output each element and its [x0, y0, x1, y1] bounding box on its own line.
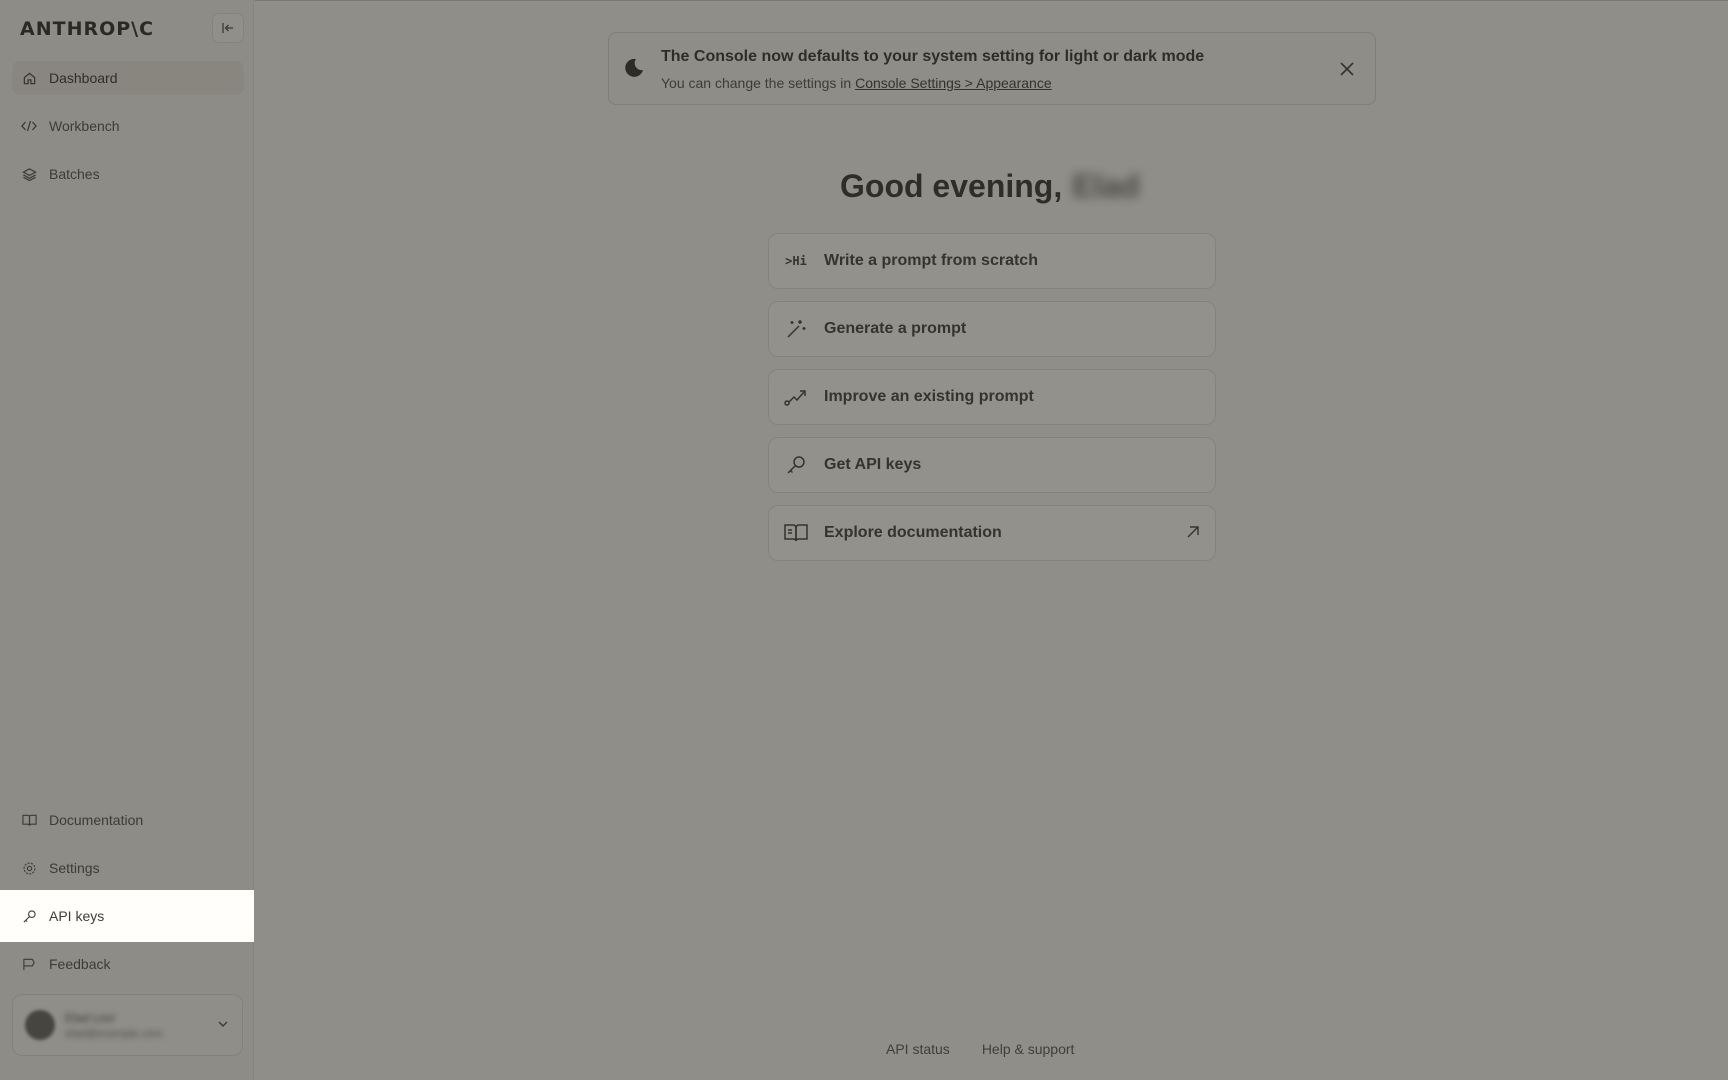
- footer-links: API status Help & support: [886, 1041, 1074, 1057]
- sidebar: ANTHROP\C Dashboard Workbench Batches Do…: [0, 0, 254, 1080]
- feedback-icon: [21, 956, 37, 972]
- sidebar-item-label: Dashboard: [49, 70, 118, 86]
- sidebar-item-documentation[interactable]: Documentation: [12, 803, 244, 837]
- terminal-hi-icon: >Hi: [785, 254, 807, 268]
- close-icon: [1340, 62, 1354, 76]
- code-icon: [21, 118, 37, 134]
- magic-wand-icon: [783, 316, 809, 342]
- account-email: elad@example.com: [65, 1027, 163, 1040]
- console-settings-link[interactable]: Console Settings > Appearance: [855, 75, 1052, 91]
- api-status-link[interactable]: API status: [886, 1041, 950, 1057]
- sidebar-item-settings[interactable]: Settings: [12, 851, 244, 885]
- book-icon: [783, 520, 809, 546]
- chevron-down-icon: [216, 1017, 230, 1036]
- sidebar-item-label: API keys: [49, 908, 105, 924]
- external-link-icon: [1185, 524, 1201, 545]
- appearance-banner: The Console now defaults to your system …: [608, 32, 1376, 105]
- sidebar-item-label: Batches: [49, 166, 100, 182]
- close-banner-button[interactable]: [1335, 57, 1359, 81]
- action-label: Improve an existing prompt: [824, 388, 1034, 405]
- account-name: Elad Levi: [65, 1010, 115, 1025]
- banner-subtitle: You can change the settings in Console S…: [661, 75, 1052, 91]
- home-icon: [21, 70, 37, 86]
- page-title: Good evening, Elad: [840, 168, 1140, 205]
- sidebar-item-dashboard[interactable]: Dashboard: [12, 61, 244, 95]
- anthropic-logo[interactable]: ANTHROP\C: [20, 18, 154, 40]
- key-icon: [783, 452, 809, 478]
- sidebar-item-label: Workbench: [49, 118, 120, 134]
- avatar: [25, 1010, 55, 1040]
- account-switcher[interactable]: Elad Levi elad@example.com: [12, 994, 243, 1056]
- write-prompt-button[interactable]: >Hi Write a prompt from scratch: [768, 233, 1216, 289]
- generate-prompt-button[interactable]: Generate a prompt: [768, 301, 1216, 357]
- book-icon: [21, 812, 37, 828]
- help-support-link[interactable]: Help & support: [982, 1041, 1075, 1057]
- sidebar-item-api-keys[interactable]: API keys: [0, 890, 254, 942]
- action-label: Generate a prompt: [824, 320, 967, 337]
- action-label: Get API keys: [824, 456, 922, 473]
- collapse-sidebar-button[interactable]: [212, 13, 244, 43]
- sidebar-item-label: Feedback: [49, 956, 111, 972]
- sidebar-item-label: Settings: [49, 860, 100, 876]
- collapse-icon: [222, 23, 233, 33]
- sidebar-item-batches[interactable]: Batches: [12, 157, 244, 191]
- key-icon: [21, 908, 37, 924]
- improve-prompt-button[interactable]: Improve an existing prompt: [768, 369, 1216, 425]
- get-api-keys-button[interactable]: Get API keys: [768, 437, 1216, 493]
- moon-icon: [623, 57, 645, 84]
- layers-icon: [21, 166, 37, 182]
- greeting-text: Good evening,: [840, 168, 1063, 204]
- action-label: Write a prompt from scratch: [824, 252, 1038, 269]
- banner-title: The Console now defaults to your system …: [661, 48, 1205, 65]
- greeting-name: Elad: [1072, 168, 1140, 204]
- sidebar-item-feedback[interactable]: Feedback: [12, 947, 244, 981]
- explore-documentation-button[interactable]: Explore documentation: [768, 505, 1216, 561]
- action-label: Explore documentation: [824, 524, 1002, 541]
- sidebar-item-workbench[interactable]: Workbench: [12, 109, 244, 143]
- trend-icon: [783, 384, 809, 410]
- sidebar-item-label: Documentation: [49, 812, 144, 828]
- gear-icon: [21, 860, 37, 876]
- banner-subtitle-text: You can change the settings in: [661, 75, 856, 91]
